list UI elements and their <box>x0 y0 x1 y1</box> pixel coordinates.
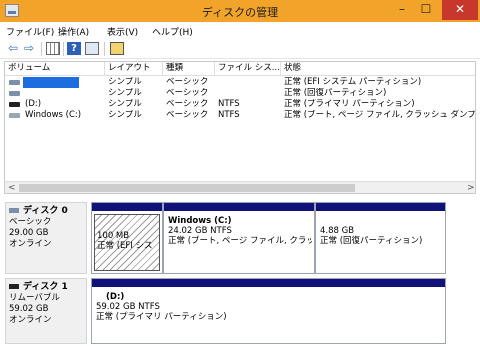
volume-drive-icon <box>9 91 20 96</box>
partition-header-bar <box>164 203 314 211</box>
volume-layout: シンプル <box>108 99 142 109</box>
properties-icon[interactable] <box>85 42 99 55</box>
title-bar: ディスクの管理 – ☐ ✕ <box>0 0 480 22</box>
toolbar-separator <box>63 42 64 56</box>
volume-name: (D:) <box>25 99 42 109</box>
volume-drive-icon <box>9 80 20 85</box>
menu-action[interactable]: 操作(A) <box>58 25 89 38</box>
disk-0-kind: ベーシック <box>9 217 52 227</box>
partition-recovery[interactable]: 4.88 GB 正常 (回復パーティション) <box>315 202 446 274</box>
menu-view[interactable]: 表示(V) <box>107 25 138 38</box>
volume-name-selected[interactable] <box>23 77 79 88</box>
volume-layout: シンプル <box>108 88 142 98</box>
volume-row[interactable]: Windows (C:) シンプル ベーシック NTFS 正常 (ブート, ペー… <box>5 110 475 121</box>
volume-layout: シンプル <box>108 110 142 120</box>
partition-d-body[interactable]: (D:) 59.02 GB NTFS 正常 (プライマリ パーティション) <box>94 290 443 341</box>
menu-help[interactable]: ヘルプ(H) <box>152 25 193 38</box>
partition-title: Windows (C:) <box>168 216 232 226</box>
partition-recovery-body[interactable]: 4.88 GB 正常 (回復パーティション) <box>318 214 443 271</box>
maximize-button[interactable]: ☐ <box>414 0 438 20</box>
scroll-left-icon[interactable]: < <box>8 182 16 193</box>
partition-size: 4.88 GB <box>320 226 355 236</box>
disk-icon <box>9 208 19 213</box>
close-button[interactable]: ✕ <box>442 0 478 20</box>
disk-1-kind: リムーバブル <box>9 293 60 303</box>
volume-layout: シンプル <box>108 77 142 87</box>
partition-header-bar <box>92 279 445 287</box>
forward-arrow-icon[interactable]: ⇨ <box>24 42 38 55</box>
toolbar: ⇦ ⇨ ? <box>0 39 480 59</box>
disk-1-state: オンライン <box>9 315 52 325</box>
volume-type: ベーシック <box>166 77 209 87</box>
volume-status: 正常 (プライマリ パーティション) <box>284 99 415 109</box>
partition-size: 59.02 GB NTFS <box>96 302 160 312</box>
removable-drive-icon <box>9 102 20 107</box>
partition-header-bar <box>92 203 162 211</box>
menu-file[interactable]: ファイル(F) <box>6 25 54 38</box>
partition-status: 正常 (回復パーティション) <box>320 236 423 246</box>
settings-icon[interactable] <box>110 42 124 55</box>
disk-0-size: 29.00 GB <box>9 228 49 238</box>
partition-windows-c[interactable]: Windows (C:) 24.02 GB NTFS 正常 (ブート, ページ … <box>163 202 315 274</box>
column-volume[interactable]: ボリューム <box>5 62 105 76</box>
volume-type: ベーシック <box>166 110 209 120</box>
toolbar-separator <box>104 42 105 56</box>
toolbar-separator <box>41 42 42 56</box>
windows-drive-icon <box>9 113 20 118</box>
list-view-icon[interactable] <box>46 42 60 55</box>
disk-graphical-view: ディスク 0 ベーシック 29.00 GB オンライン 100 MB 正常 (E… <box>0 196 480 350</box>
partition-efi-body[interactable]: 100 MB 正常 (EFI シス <box>94 214 160 271</box>
disk-0-title: ディスク 0 <box>9 206 83 217</box>
back-arrow-icon[interactable]: ⇦ <box>8 42 22 55</box>
disk-0-state: オンライン <box>9 239 52 249</box>
column-type[interactable]: 種類 <box>163 62 215 76</box>
volume-name: Windows (C:) <box>25 110 82 120</box>
scrollbar-thumb[interactable] <box>19 184 355 192</box>
volume-row[interactable]: シンプル ベーシック 正常 (回復パーティション) <box>5 88 475 99</box>
column-status[interactable]: 状態 <box>281 62 475 76</box>
partition-status: 正常 (ブート, ページ ファイル, クラッシュ <box>168 236 312 246</box>
volume-type: ベーシック <box>166 88 209 98</box>
partition-efi[interactable]: 100 MB 正常 (EFI シス <box>91 202 163 274</box>
volume-fs: NTFS <box>218 110 240 120</box>
scroll-right-icon[interactable]: > <box>467 182 475 193</box>
disk-1-label[interactable]: ディスク 1 リムーバブル 59.02 GB オンライン <box>5 278 87 344</box>
volume-fs: NTFS <box>218 99 240 109</box>
volume-status: 正常 (ブート, ページ ファイル, クラッシュ ダンプ, Wim <box>284 110 475 120</box>
volume-row[interactable]: シンプル ベーシック 正常 (EFI システム パーティション) <box>5 77 475 88</box>
disk-0-label[interactable]: ディスク 0 ベーシック 29.00 GB オンライン <box>5 202 87 274</box>
partition-header-bar <box>316 203 445 211</box>
column-filesystem[interactable]: ファイル シス... <box>215 62 281 76</box>
partition-windows-c-body[interactable]: Windows (C:) 24.02 GB NTFS 正常 (ブート, ページ … <box>166 214 312 271</box>
volume-row[interactable]: (D:) シンプル ベーシック NTFS 正常 (プライマリ パーティション) <box>5 99 475 110</box>
help-icon[interactable]: ? <box>67 42 81 55</box>
volume-list[interactable]: ボリューム レイアウト 種類 ファイル シス... 状態 シンプル ベーシック … <box>4 61 476 194</box>
disk-1-title: ディスク 1 <box>9 282 83 293</box>
minimize-button[interactable]: – <box>390 0 414 20</box>
partition-status: 正常 (プライマリ パーティション) <box>96 312 227 322</box>
volume-status: 正常 (回復パーティション) <box>284 88 387 98</box>
disk-1-size: 59.02 GB <box>9 304 49 314</box>
partition-title: (D:) <box>106 292 125 302</box>
column-layout[interactable]: レイアウト <box>105 62 163 76</box>
partition-size: 24.02 GB NTFS <box>168 226 232 236</box>
menu-bar: ファイル(F) 操作(A) 表示(V) ヘルプ(H) <box>0 22 480 39</box>
partition-status: 正常 (EFI シス <box>97 241 153 251</box>
partition-d[interactable]: (D:) 59.02 GB NTFS 正常 (プライマリ パーティション) <box>91 278 446 344</box>
volume-status: 正常 (EFI システム パーティション) <box>284 77 422 87</box>
volume-type: ベーシック <box>166 99 209 109</box>
partition-size: 100 MB <box>97 231 130 241</box>
removable-disk-icon <box>9 284 19 289</box>
horizontal-scrollbar[interactable]: < > <box>5 181 475 193</box>
